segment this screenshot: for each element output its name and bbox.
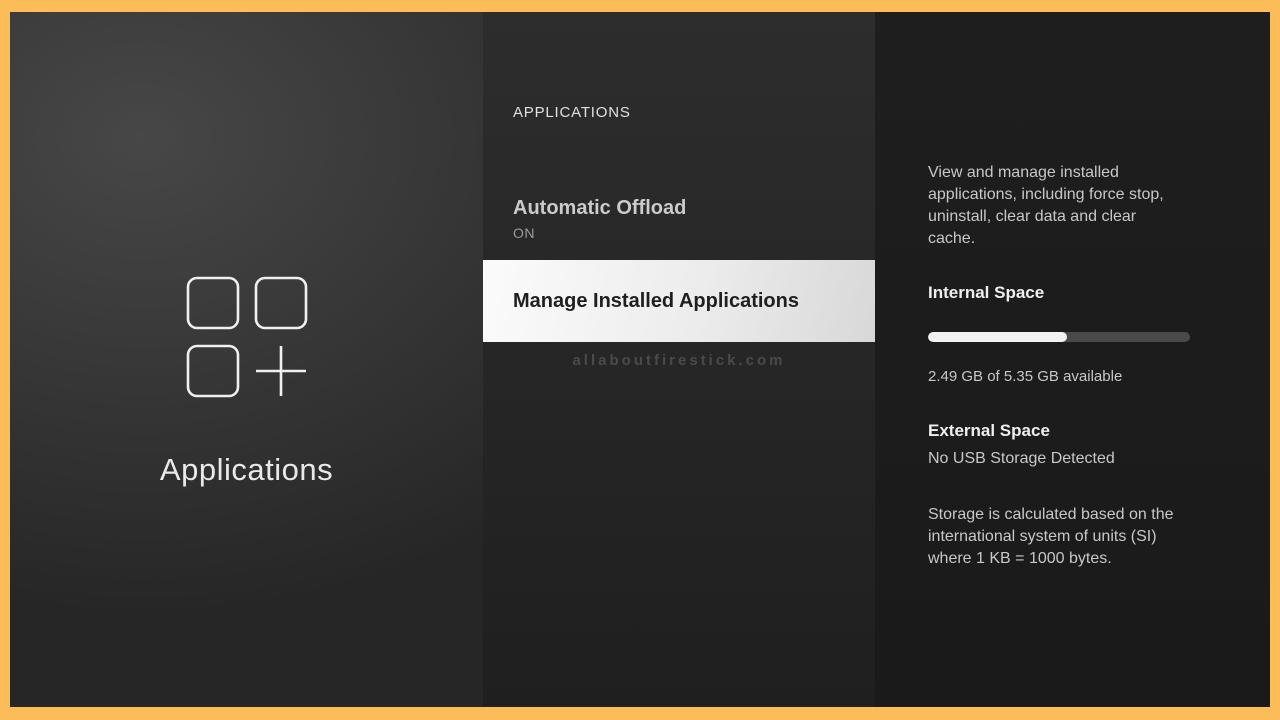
menu-item-label: Manage Installed Applications bbox=[513, 289, 799, 312]
menu-item-automatic-offload[interactable]: Automatic Offload ON bbox=[483, 197, 875, 241]
internal-space-progress-bar bbox=[928, 332, 1190, 342]
menu-header: APPLICATIONS bbox=[513, 104, 631, 121]
menu-panel: APPLICATIONS Automatic Offload ON Manage… bbox=[483, 12, 875, 707]
applications-icon bbox=[186, 276, 308, 398]
detail-content: View and manage installed applications, … bbox=[928, 162, 1190, 586]
menu-item-manage-installed-applications[interactable]: Manage Installed Applications bbox=[483, 260, 875, 342]
internal-space-heading: Internal Space bbox=[928, 283, 1045, 302]
watermark-text: allaboutfirestick.com bbox=[572, 352, 786, 369]
screenshot-frame: Applications APPLICATIONS Automatic Offl… bbox=[0, 0, 1280, 720]
external-space-heading: External Space bbox=[928, 421, 1050, 440]
internal-space-available: 2.49 GB of 5.35 GB available bbox=[928, 368, 1123, 385]
fire-tv-settings-screen: Applications APPLICATIONS Automatic Offl… bbox=[10, 12, 1270, 707]
category-panel: Applications bbox=[10, 12, 483, 707]
menu-item-label: Automatic Offload bbox=[513, 197, 687, 219]
category-title: Applications bbox=[159, 452, 334, 487]
external-space-status: No USB Storage Detected bbox=[928, 450, 1115, 467]
detail-description: View and manage installed applications, … bbox=[928, 164, 1164, 247]
internal-space-progress-fill bbox=[928, 332, 1067, 342]
storage-note: Storage is calculated based on the inter… bbox=[928, 506, 1174, 567]
menu-item-status: ON bbox=[513, 225, 535, 241]
detail-panel: View and manage installed applications, … bbox=[875, 12, 1270, 707]
